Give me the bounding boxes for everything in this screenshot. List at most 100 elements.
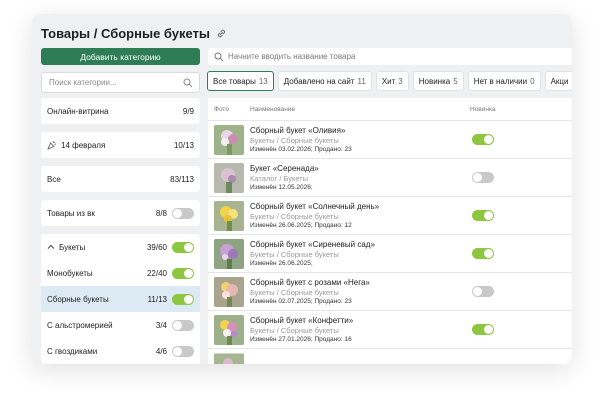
search-icon — [183, 78, 193, 87]
visibility-toggle[interactable] — [172, 319, 194, 331]
filter-new[interactable]: Новинка 5 — [412, 71, 464, 91]
table-row-partial — [208, 348, 572, 364]
party-icon — [47, 140, 57, 150]
visibility-toggle[interactable] — [172, 267, 194, 279]
sidebar-item-label: С гвоздиками — [47, 346, 98, 356]
chevron-up-icon[interactable] — [47, 243, 55, 251]
sidebar-item-count: 4/6 — [155, 346, 167, 356]
toggle-knob — [484, 211, 493, 220]
product-category: Букеты / Сборные букеты — [250, 212, 339, 221]
sidebar-item-label: Монобукеты — [47, 268, 93, 278]
sidebar-item-count: 11/13 — [147, 294, 167, 304]
visibility-toggle[interactable] — [172, 345, 194, 357]
sidebar-item-count: 83/113 — [170, 174, 194, 184]
sidebar-group-bouquets: Букеты 39/60 Монобукеты 22/40 Сборные бу… — [41, 234, 200, 364]
header: Товары / Сборные букеты — [41, 22, 227, 44]
app-window: Товары / Сборные букеты Добавить категор… — [32, 14, 572, 364]
category-search-input[interactable]: Поиск категории... — [41, 72, 200, 93]
sidebar-item-right: 39/60 — [146, 241, 194, 253]
sidebar-item-label: Букеты — [59, 242, 86, 252]
product-name[interactable]: Сборный букет «Солнечный день» — [250, 202, 379, 211]
sidebar-group: Все 83/113 — [41, 166, 200, 192]
sidebar-item-label: Онлайн-витрина — [47, 106, 109, 116]
filter-count: 11 — [357, 76, 366, 86]
page-title: Товары / Сборные букеты — [41, 25, 211, 41]
filter-label: Новинка — [418, 76, 451, 86]
toggle-knob — [473, 173, 482, 182]
product-search-input[interactable]: Начните вводить название товара — [208, 48, 572, 65]
product-photo — [214, 201, 244, 231]
link-icon[interactable] — [216, 28, 227, 39]
products-table: Фото Наименование Новинка Сборный букет … — [208, 98, 572, 364]
sidebar-item-count: 9/9 — [182, 106, 194, 116]
visibility-toggle[interactable] — [172, 207, 194, 219]
toggle-knob — [173, 346, 182, 356]
new-toggle[interactable] — [472, 134, 494, 145]
product-name[interactable]: Сборный букет «Сиреневый сад» — [250, 240, 375, 249]
sidebar-item-feb-14[interactable]: 14 февраля 10/13 — [41, 132, 200, 158]
product-meta: Изменён 26.06.2025; — [250, 260, 313, 267]
filter-label: Акци — [550, 76, 569, 86]
filter-out-of-stock[interactable]: Нет в наличии 0 — [467, 71, 541, 91]
filter-count: 13 — [258, 76, 268, 86]
table-row[interactable]: Сборный букет «Оливия» Букеты / Сборные … — [208, 120, 572, 159]
add-category-button[interactable]: Добавить категорию — [41, 48, 200, 65]
product-category: Каталог / Букеты — [250, 174, 309, 183]
filter-tabs: Все товары 13 Добавлено на сайт 11 Хит 3 Но… — [207, 71, 572, 91]
sidebar-item-right: 22/40 — [147, 267, 194, 279]
table-header: Фото Наименование Новинка — [208, 98, 572, 120]
sidebar-item-bouquets[interactable]: Букеты 39/60 — [41, 234, 200, 260]
visibility-toggle[interactable] — [172, 293, 194, 305]
product-photo — [214, 315, 244, 345]
table-row[interactable]: Сборный букет «Конфетти» Букеты / Сборны… — [208, 310, 572, 349]
filter-label: Все товары — [213, 76, 256, 86]
product-photo — [214, 239, 244, 269]
table-row[interactable]: Сборный букет с розами «Нега» Букеты / С… — [208, 272, 572, 311]
sidebar-item-carnations[interactable]: С гвоздиками 4/6 — [41, 338, 200, 364]
product-category: Букеты / Сборные букеты — [250, 136, 339, 145]
new-toggle[interactable] — [472, 172, 494, 183]
filter-label: Нет в наличии — [473, 76, 528, 86]
product-meta: Изменён 02.07.2025; Продано: 23 — [250, 298, 352, 305]
new-toggle[interactable] — [472, 286, 494, 297]
sidebar-group: Товары из вк 8/8 — [41, 200, 200, 226]
toggle-knob — [173, 208, 182, 218]
toggle-knob — [173, 320, 182, 330]
product-name[interactable]: Сборный букет с розами «Нега» — [250, 278, 370, 287]
sidebar-item-online-showcase[interactable]: Онлайн-витрина 9/9 — [41, 98, 200, 124]
filter-hit[interactable]: Хит 3 — [375, 71, 409, 91]
new-toggle[interactable] — [472, 210, 494, 221]
sidebar-item-label: Товары из вк — [47, 208, 95, 218]
sidebar-item-vk-products[interactable]: Товары из вк 8/8 — [41, 200, 200, 226]
visibility-toggle[interactable] — [172, 241, 194, 253]
sidebar-item-right: 8/8 — [156, 207, 194, 219]
new-toggle[interactable] — [472, 324, 494, 335]
toggle-knob — [473, 287, 482, 296]
sidebar-item-label: Сборные букеты — [47, 294, 109, 304]
product-meta: Изменён 03.02.2026; Продано: 23 — [250, 146, 352, 153]
table-row[interactable]: Букет «Серенада» Каталог / Букеты Изменё… — [208, 158, 572, 197]
table-row[interactable]: Сборный букет «Сиреневый сад» Букеты / С… — [208, 234, 572, 273]
product-meta: Изменён 27.01.2026; Продано: 16 — [250, 336, 352, 343]
sidebar-item-count: 39/60 — [146, 242, 167, 252]
filter-label: Добавлено на сайт — [283, 76, 355, 86]
filter-count: 5 — [453, 76, 458, 86]
sidebar-item-all[interactable]: Все 83/113 — [41, 166, 200, 192]
product-name[interactable]: Букет «Серенада» — [250, 164, 319, 173]
new-toggle[interactable] — [472, 248, 494, 259]
product-name[interactable]: Сборный букет «Конфетти» — [250, 316, 353, 325]
sidebar-item-label: 14 февраля — [61, 140, 106, 150]
sidebar-item-label-wrap: 14 февраля — [47, 140, 105, 150]
sidebar-group: Онлайн-витрина 9/9 — [41, 98, 200, 124]
product-photo — [214, 353, 244, 364]
product-name[interactable]: Сборный букет «Оливия» — [250, 126, 345, 135]
sidebar-item-monobouquets[interactable]: Монобукеты 22/40 — [41, 260, 200, 286]
filter-added-to-site[interactable]: Добавлено на сайт 11 — [277, 71, 372, 91]
table-row[interactable]: Сборный букет «Солнечный день» Букеты / … — [208, 196, 572, 235]
product-photo — [214, 163, 244, 193]
product-photo — [214, 277, 244, 307]
filter-promo[interactable]: Акци — [544, 71, 572, 91]
sidebar-item-alstroemeria[interactable]: С альстромерией 3/4 — [41, 312, 200, 338]
sidebar-item-mixed-bouquets[interactable]: Сборные букеты 11/13 — [41, 286, 200, 312]
filter-all[interactable]: Все товары 13 — [207, 71, 274, 91]
